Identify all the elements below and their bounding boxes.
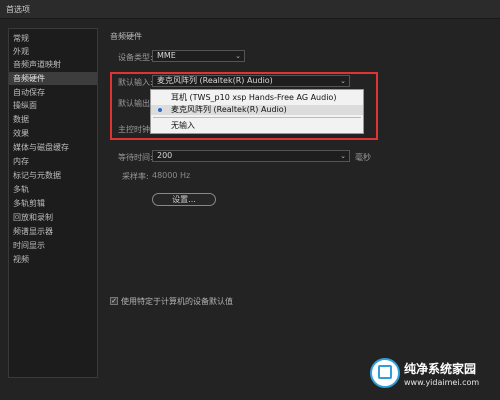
input-option-none[interactable]: 无输入 <box>151 121 363 131</box>
sidebar-item-time-display[interactable]: 时间显示 <box>9 239 97 252</box>
latency-dropdown[interactable]: 200 ⌄ <box>152 150 350 162</box>
input-option-headset[interactable]: 耳机 (TWS_p10 xsp Hands-Free AG Audio) <box>151 93 363 103</box>
latency-unit: 毫秒 <box>355 153 371 162</box>
sidebar-item-spectral-display[interactable]: 频谱显示器 <box>9 225 97 238</box>
input-option-mic-array[interactable]: 麦克风阵列 (Realtek(R) Audio) <box>151 105 363 115</box>
settings-button[interactable]: 设置... <box>152 193 216 206</box>
window-title: 首选项 <box>6 5 30 14</box>
latency-value: 200 <box>157 151 173 160</box>
sidebar-item-general[interactable]: 常规 <box>9 32 97 45</box>
watermark-title: 纯净系统家园 <box>404 362 477 376</box>
chevron-down-icon: ⌄ <box>235 52 241 60</box>
device-type-dropdown[interactable]: MME ⌄ <box>152 50 245 62</box>
title-bar: 首选项 <box>0 0 500 19</box>
sidebar-item-autosave[interactable]: 自动保存 <box>9 86 97 99</box>
sample-rate-label: 采样率: <box>122 172 149 181</box>
device-type-label: 设备类型: <box>118 53 153 62</box>
sidebar-item-playback-recording[interactable]: 回放和录制 <box>9 211 97 224</box>
device-default-checkbox[interactable]: ✓ <box>110 297 118 305</box>
sidebar-item-control-surface[interactable]: 操纵面 <box>9 99 97 112</box>
sidebar-item-memory[interactable]: 内存 <box>9 155 97 168</box>
sidebar-item-media-cache[interactable]: 媒体与磁盘缓存 <box>9 141 97 154</box>
category-sidebar: 常规 外观 音频声道映射 音频硬件 自动保存 操纵面 数据 效果 媒体与磁盘缓存… <box>8 28 98 378</box>
sidebar-item-effects[interactable]: 效果 <box>9 127 97 140</box>
watermark-url: www.yidaimei.com <box>404 378 480 387</box>
sidebar-item-video[interactable]: 视频 <box>9 253 97 266</box>
section-title: 音频硬件 <box>110 32 142 41</box>
latency-label: 等待时间: <box>118 153 153 162</box>
house-icon <box>378 365 392 379</box>
device-default-checkbox-label: 使用特定于计算机的设备默认值 <box>121 297 233 306</box>
input-options-list: 耳机 (TWS_p10 xsp Hands-Free AG Audio) 麦克风… <box>150 89 364 134</box>
sample-rate-value: 48000 Hz <box>152 171 191 180</box>
menu-separator <box>153 117 361 118</box>
selected-dot-icon <box>158 108 162 112</box>
sidebar-item-audio-channel-mapping[interactable]: 音频声道映射 <box>9 58 97 71</box>
chevron-down-icon: ⌄ <box>340 152 346 160</box>
device-type-value: MME <box>157 51 176 60</box>
watermark-logo-icon <box>370 358 400 388</box>
sidebar-item-data[interactable]: 数据 <box>9 113 97 126</box>
sidebar-item-multitrack[interactable]: 多轨 <box>9 183 97 196</box>
sidebar-item-markers-metadata[interactable]: 标记与元数据 <box>9 169 97 182</box>
sidebar-item-audio-hardware[interactable]: 音频硬件 <box>9 72 97 85</box>
watermark: 纯净系统家园 www.yidaimei.com <box>370 354 494 394</box>
sidebar-item-multitrack-clips[interactable]: 多轨剪辑 <box>9 197 97 210</box>
input-option-mic-array-label: 麦克风阵列 (Realtek(R) Audio) <box>171 105 287 114</box>
sidebar-item-appearance[interactable]: 外观 <box>9 45 97 58</box>
